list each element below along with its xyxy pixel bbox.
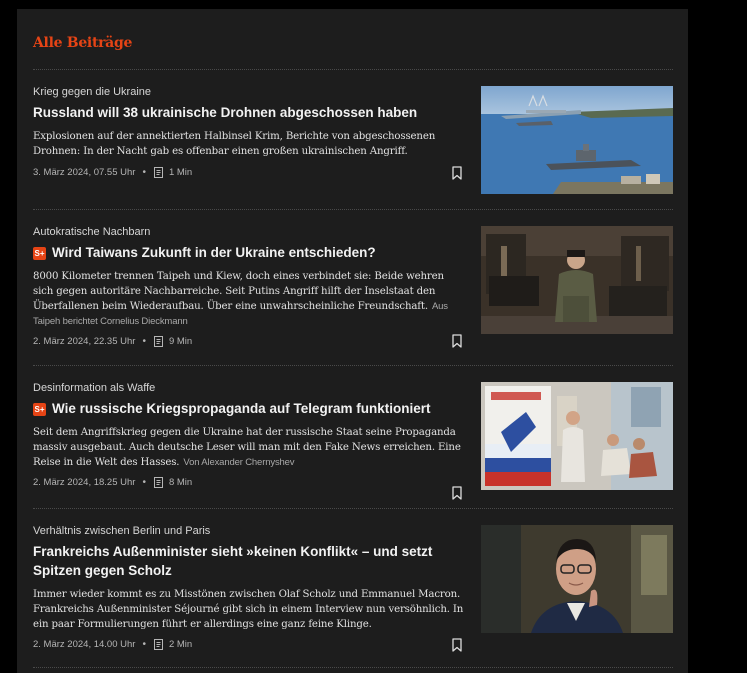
article-kicker: Krieg gegen die Ukraine (33, 86, 152, 98)
divider (33, 209, 673, 210)
read-time: 1 Min (168, 167, 193, 178)
article-headline[interactable]: Russland will 38 ukrainische Drohnen abg… (33, 103, 467, 122)
article-image[interactable] (481, 86, 673, 194)
article-image[interactable] (481, 382, 673, 490)
article-meta: 2. März 2024, 18.25 Uhr • 8 Min (33, 477, 192, 488)
meta-separator: • (142, 167, 146, 178)
read-time: 9 Min (168, 336, 193, 347)
article-headline[interactable]: S+ Wie russische Kriegspropaganda auf Tel… (33, 399, 467, 418)
divider (33, 667, 673, 668)
article-text: Desinformation als Waffe S+ Wie russische… (33, 382, 467, 470)
article-text: Verhältnis zwischen Berlin und Paris Fra… (33, 525, 467, 632)
document-icon (153, 336, 164, 347)
meta-separator: • (142, 336, 146, 347)
article-teaser: 8000 Kilometer trennen Taipeh und Kiew, … (33, 269, 467, 329)
meta-separator: • (142, 639, 146, 650)
article-kicker: Autokratische Nachbarn (33, 226, 151, 238)
section-title: Alle Beiträge (33, 35, 133, 51)
article-meta: 2. März 2024, 22.35 Uhr • 9 Min (33, 336, 192, 347)
headline-text[interactable]: Wird Taiwans Zukunft in der Ukraine ents… (52, 245, 376, 260)
headline-text[interactable]: Russland will 38 ukrainische Drohnen abg… (33, 105, 417, 120)
article-kicker: Verhältnis zwischen Berlin und Paris (33, 525, 211, 537)
article-author: Von Alexander Chernyshev (183, 457, 295, 468)
article-image[interactable] (481, 525, 673, 633)
read-time: 8 Min (168, 477, 193, 488)
bookmark-icon[interactable] (451, 334, 463, 348)
teaser-text: Immer wieder kommt es zu Misstönen zwisc… (33, 589, 464, 630)
article-date: 2. März 2024, 18.25 Uhr (33, 477, 136, 488)
article-date: 3. März 2024, 07.55 Uhr (33, 167, 136, 178)
article-headline[interactable]: Frankreichs Außenminister sieht »keinen … (33, 542, 467, 580)
article-meta: 2. März 2024, 14.00 Uhr • 2 Min (33, 639, 192, 650)
article-date: 2. März 2024, 22.35 Uhr (33, 336, 136, 347)
article-card[interactable]: Desinformation als Waffe S+ Wie russische… (33, 382, 673, 500)
article-teaser: Seit dem Angriffskrieg gegen die Ukraine… (33, 425, 467, 470)
article-meta: 3. März 2024, 07.55 Uhr • 1 Min (33, 167, 192, 178)
article-image[interactable] (481, 226, 673, 334)
article-card[interactable]: Verhältnis zwischen Berlin und Paris Fra… (33, 525, 673, 655)
document-icon (153, 167, 164, 178)
bookmark-icon[interactable] (451, 486, 463, 500)
divider (33, 365, 673, 366)
article-teaser: Explosionen auf der annektierten Halbins… (33, 129, 467, 159)
spiegel-plus-badge: S+ (33, 403, 46, 416)
articles-panel: Alle Beiträge Krieg gegen die Ukraine Ru… (17, 9, 688, 673)
article-kicker: Desinformation als Waffe (33, 382, 156, 394)
bookmark-icon[interactable] (451, 638, 463, 652)
article-card[interactable]: Krieg gegen die Ukraine Russland will 38… (33, 86, 673, 196)
document-icon (153, 639, 164, 650)
article-headline[interactable]: S+ Wird Taiwans Zukunft in der Ukraine en… (33, 243, 467, 262)
headline-text[interactable]: Wie russische Kriegspropaganda auf Teleg… (52, 401, 430, 416)
headline-text[interactable]: Frankreichs Außenminister sieht »keinen … (33, 544, 432, 578)
article-teaser: Immer wieder kommt es zu Misstönen zwisc… (33, 587, 467, 632)
read-time: 2 Min (168, 639, 193, 650)
bookmark-icon[interactable] (451, 166, 463, 180)
divider (33, 508, 673, 509)
article-text: Autokratische Nachbarn S+ Wird Taiwans Zu… (33, 226, 467, 329)
article-text: Krieg gegen die Ukraine Russland will 38… (33, 86, 467, 159)
teaser-text: Explosionen auf der annektierten Halbins… (33, 131, 436, 157)
article-card[interactable]: Autokratische Nachbarn S+ Wird Taiwans Zu… (33, 226, 673, 356)
teaser-text: 8000 Kilometer trennen Taipeh und Kiew, … (33, 271, 444, 312)
divider (33, 69, 673, 70)
article-date: 2. März 2024, 14.00 Uhr (33, 639, 136, 650)
document-icon (153, 477, 164, 488)
spiegel-plus-badge: S+ (33, 247, 46, 260)
meta-separator: • (142, 477, 146, 488)
